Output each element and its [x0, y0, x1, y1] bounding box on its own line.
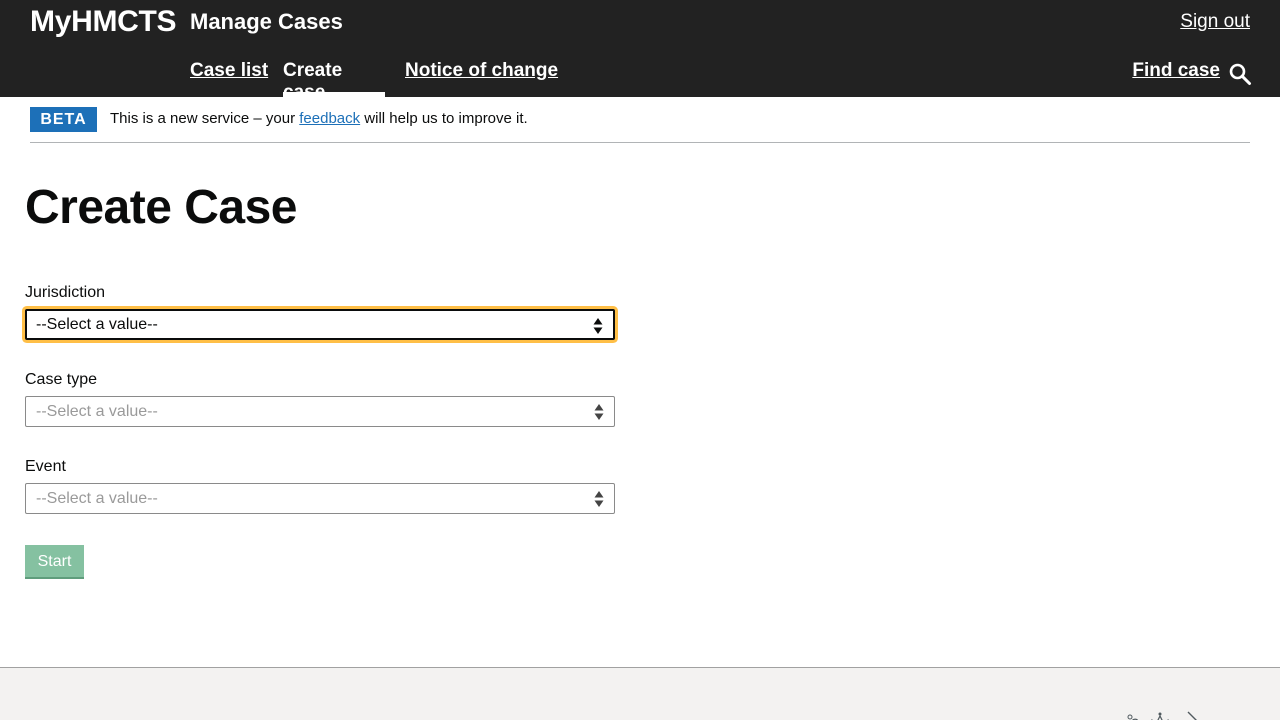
event-select-value: --Select a value-- — [36, 490, 158, 507]
jurisdiction-select-value: --Select a value-- — [36, 316, 158, 333]
sign-out-link[interactable]: Sign out — [1180, 11, 1250, 33]
nav-create-case[interactable]: Create case — [283, 60, 385, 103]
select-arrows-icon — [594, 491, 604, 507]
phase-banner-text: This is a new service – your feedback wi… — [110, 110, 528, 127]
site-footer — [0, 667, 1280, 720]
case-type-select[interactable]: --Select a value-- — [25, 396, 615, 427]
beta-tag: BETA — [30, 107, 97, 132]
nav-notice-of-change[interactable]: Notice of change — [405, 60, 558, 97]
royal-crest-icon — [1127, 711, 1197, 720]
event-label: Event — [25, 458, 66, 475]
site-header: MyHMCTS Manage Cases Sign out Case list … — [0, 0, 1280, 103]
nav-case-list[interactable]: Case list — [190, 60, 268, 97]
phase-banner: BETA This is a new service – your feedba… — [30, 107, 1250, 143]
phase-banner-text-after: will help us to improve it. — [360, 110, 528, 127]
brand-logo[interactable]: MyHMCTS — [30, 5, 177, 39]
page-title: Create Case — [25, 181, 298, 234]
jurisdiction-label: Jurisdiction — [25, 284, 106, 301]
start-button[interactable]: Start — [25, 545, 84, 579]
case-type-select-value: --Select a value-- — [36, 403, 158, 420]
feedback-link[interactable]: feedback — [299, 110, 360, 127]
jurisdiction-select[interactable]: --Select a value-- — [25, 309, 615, 340]
search-icon[interactable] — [1228, 62, 1252, 86]
select-arrows-icon — [593, 318, 603, 334]
select-arrows-icon — [594, 404, 604, 420]
case-type-label: Case type — [25, 371, 98, 388]
event-select[interactable]: --Select a value-- — [25, 483, 615, 514]
service-name: Manage Cases — [190, 9, 343, 34]
find-case-link[interactable]: Find case — [1132, 60, 1220, 82]
phase-banner-text-before: This is a new service – your — [110, 110, 300, 127]
